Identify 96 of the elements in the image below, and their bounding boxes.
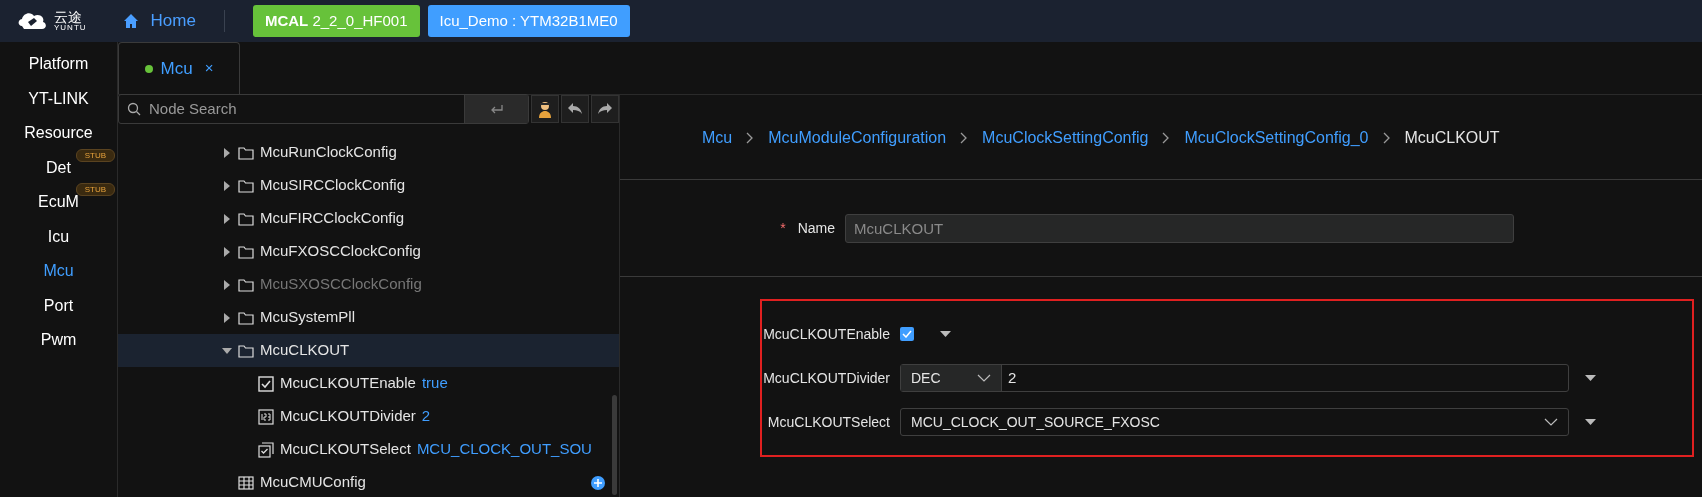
breadcrumb-link[interactable]: McuModuleConfiguration — [768, 125, 947, 150]
tree-node[interactable]: McuSystemPll — [118, 301, 619, 334]
node-label: McuCMUConfig — [260, 472, 366, 493]
scrollbar-thumb[interactable] — [612, 395, 617, 495]
dropdown-caret-icon — [1585, 375, 1596, 381]
search-field[interactable]: Node Search — [118, 94, 529, 124]
node-label: McuSXOSCClockConfig — [260, 274, 422, 295]
search-input[interactable]: Node Search — [149, 97, 464, 121]
redo-button[interactable] — [591, 95, 619, 123]
check-icon — [902, 330, 912, 338]
home-icon — [122, 13, 139, 29]
tree-node[interactable]: McuCLKOUTSelect MCU_CLOCK_OUT_SOU — [118, 433, 619, 466]
collapse-caret-icon — [222, 345, 232, 356]
folder-icon — [238, 243, 254, 260]
node-label: McuSystemPll — [260, 307, 356, 328]
add-button[interactable] — [591, 475, 605, 490]
chevron-right-icon — [960, 131, 969, 144]
stub-badge: STUB — [75, 183, 115, 196]
logo-subtext: YUNTU — [54, 24, 87, 32]
field-label: Name — [797, 218, 835, 238]
tree-node[interactable]: McuCLKOUTDivider 2 — [118, 400, 619, 433]
expand-caret-icon — [222, 312, 232, 323]
expand-caret-icon — [222, 279, 232, 290]
format-dropdown[interactable]: DEC — [901, 365, 1002, 391]
sidebar-item[interactable]: Platform — [28, 52, 89, 77]
select-dropdown[interactable]: MCU_CLOCK_OUT_SOURCE_FXOSC — [900, 408, 1569, 436]
sidebar-item[interactable]: Icu — [47, 224, 70, 249]
breadcrumb-link[interactable]: McuClockSettingConfig — [982, 125, 1149, 150]
node-label: McuCLKOUTDivider — [280, 406, 416, 427]
folder-icon — [238, 342, 254, 359]
field-label: McuCLKOUTSelect — [766, 412, 891, 432]
select-icon — [258, 441, 274, 458]
chevron-right-icon — [1162, 131, 1171, 144]
expand-caret-icon — [222, 147, 232, 158]
assistant-button[interactable] — [531, 95, 559, 123]
node-label: McuCLKOUT — [260, 340, 350, 361]
folder-icon — [238, 144, 254, 161]
close-button[interactable]: × — [204, 57, 214, 80]
breadcrumb-link[interactable]: McuClockSettingConfig_0 — [1184, 125, 1369, 150]
sidebar-item[interactable]: Mcu — [43, 259, 74, 284]
folder-icon — [238, 210, 254, 227]
tree-node[interactable]: McuSIRCClockConfig — [118, 169, 619, 202]
tree-node[interactable]: McuCMUConfig — [118, 466, 619, 497]
number-field[interactable]: DEC 2 — [900, 364, 1569, 392]
expand-caret-icon — [222, 180, 232, 191]
node-label: McuFXOSCClockConfig — [260, 241, 421, 262]
node-value: true — [421, 373, 448, 394]
field-label: McuCLKOUTEnable — [762, 324, 891, 344]
folder-icon — [238, 309, 254, 326]
value-field[interactable]: 2 — [1002, 365, 1568, 391]
node-value: MCU_CLOCK_OUT_SOU — [416, 439, 592, 460]
chevron-down-icon — [977, 374, 991, 382]
expand-caret-icon — [222, 213, 232, 224]
sidebar-item[interactable]: Pwm — [40, 328, 77, 353]
sidebar-item[interactable]: Resource — [24, 121, 93, 146]
required-mark: * — [780, 218, 786, 238]
tree-node[interactable]: McuCLKOUT — [118, 334, 619, 367]
home-link[interactable]: Home — [122, 8, 196, 34]
tree-node[interactable]: McuRunClockConfig — [118, 136, 619, 169]
chevron-right-icon — [1382, 131, 1391, 144]
dropdown-caret-icon — [1585, 419, 1596, 425]
version-badge: MCAL 2_2_0_HF001 — [252, 4, 420, 38]
enter-icon — [489, 103, 504, 115]
logo-text: 云途 — [54, 10, 82, 24]
node-label: McuSIRCClockConfig — [260, 175, 406, 196]
project-badge: Icu_Demo : YTM32B1ME0 — [427, 4, 630, 38]
chevron-right-icon — [746, 131, 755, 144]
node-label: McuCLKOUTEnable — [280, 373, 416, 394]
field-label: McuCLKOUTDivider — [762, 368, 891, 388]
tree-node[interactable]: McuCLKOUTEnable true — [118, 367, 619, 400]
stub-badge: STUB — [75, 148, 115, 162]
node-label: McuCLKOUTSelect — [280, 439, 411, 460]
folder-icon — [238, 276, 254, 293]
node-label: McuRunClockConfig — [260, 142, 397, 163]
plus-icon — [594, 478, 602, 487]
sidebar-item[interactable]: Port — [43, 293, 74, 318]
checkbox-icon — [258, 375, 274, 392]
search-icon — [127, 102, 141, 116]
tree-node[interactable]: McuFXOSCClockConfig — [118, 235, 619, 268]
sidebar-item[interactable]: YT-LINK — [28, 86, 89, 111]
node-value: 2 — [421, 406, 431, 427]
node-label: McuFIRCClockConfig — [260, 208, 405, 229]
folder-icon — [238, 177, 254, 194]
current-page-title: McuCLKOUT — [1404, 127, 1500, 148]
tab-label: Mcu — [160, 57, 193, 80]
breadcrumb-link[interactable]: Mcu — [702, 125, 733, 150]
sidebar-item[interactable]: Det — [46, 155, 71, 180]
chevron-down-icon — [1544, 418, 1558, 426]
checkbox[interactable] — [900, 327, 914, 341]
expand-caret-icon — [222, 246, 232, 257]
tree-node[interactable]: McuFIRCClockConfig — [118, 202, 619, 235]
dropdown-caret-icon — [940, 331, 951, 337]
table-icon — [238, 474, 254, 491]
undo-button[interactable] — [561, 95, 589, 123]
editor-tab[interactable]: Mcu × — [118, 42, 240, 94]
number-icon — [258, 408, 274, 425]
